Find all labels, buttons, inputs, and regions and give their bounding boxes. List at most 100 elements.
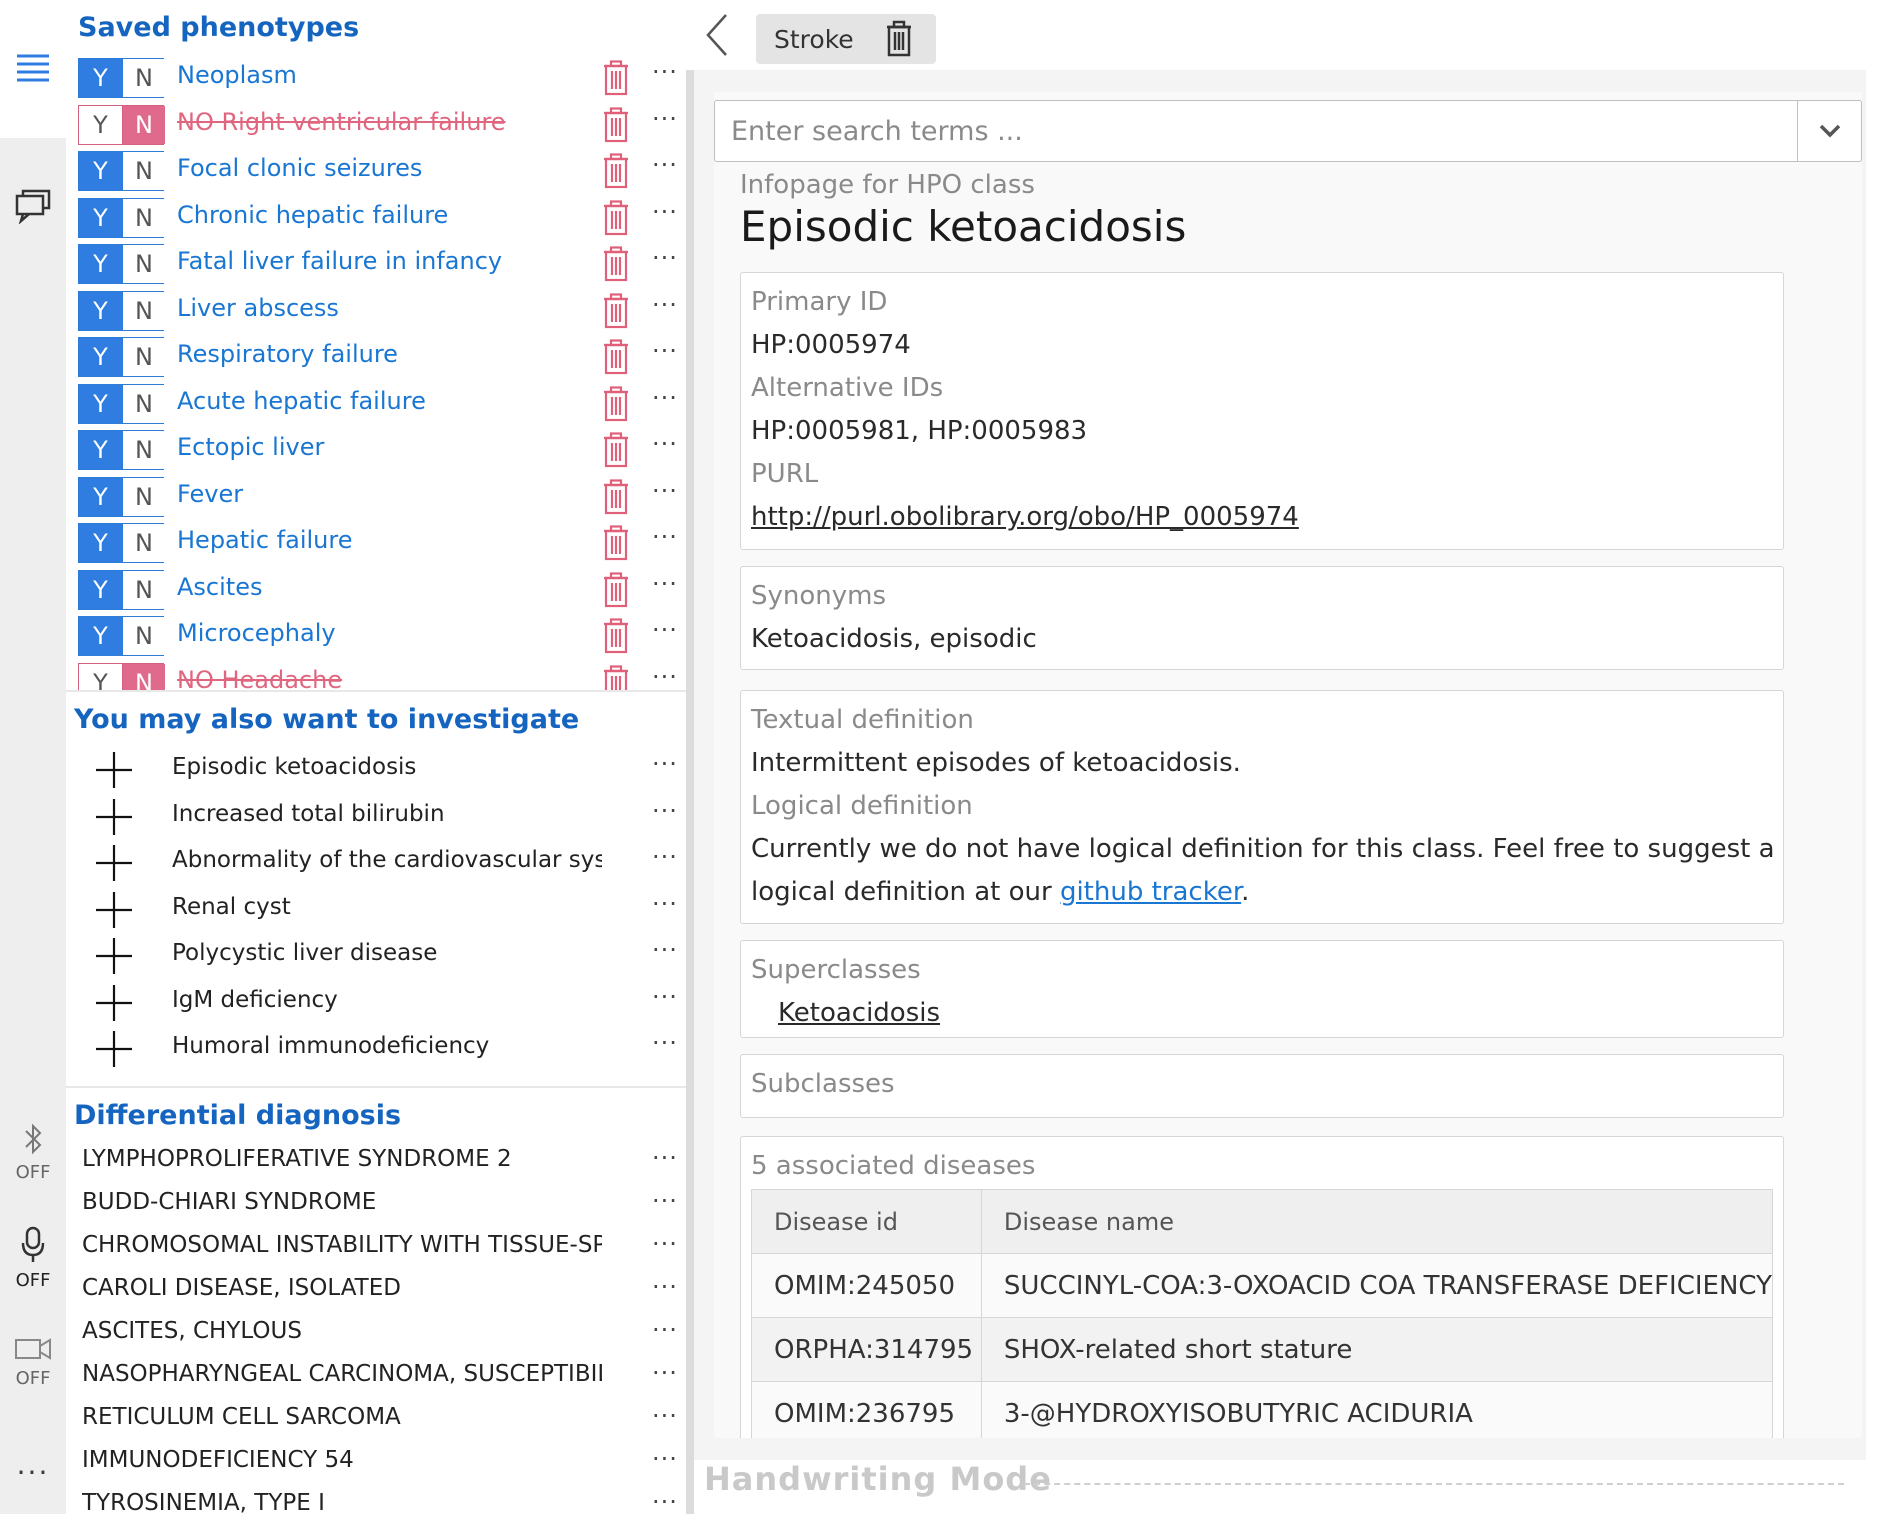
trash-icon[interactable] [601,664,631,690]
no-option[interactable]: N [122,617,165,655]
phenotype-label[interactable]: Fatal liver failure in infancy [177,247,502,275]
yes-option[interactable]: Y [79,431,122,469]
microphone-toggle[interactable]: OFF [0,1226,66,1291]
more-options-icon[interactable]: ··· [652,618,678,642]
yes-option[interactable]: Y [79,152,122,190]
phenotype-label[interactable]: Focal clonic seizures [177,154,422,182]
more-options-icon[interactable]: ··· [652,1146,678,1170]
yes-no-toggle[interactable]: YN [78,476,165,517]
trash-icon[interactable] [601,106,631,143]
yes-option[interactable]: Y [79,477,122,516]
chat-icon[interactable] [0,188,66,228]
diagnosis-label[interactable]: ASCITES, CHYLOUS [82,1318,602,1344]
search-dropdown-button[interactable] [1797,101,1861,161]
no-option[interactable]: N [122,59,165,97]
phenotype-label[interactable]: Respiratory failure [177,340,398,368]
no-option[interactable]: N [122,245,165,283]
more-options-icon[interactable]: ··· [652,1490,678,1514]
trash-icon[interactable] [601,618,631,654]
more-options-icon[interactable]: ··· [652,938,678,962]
diagnosis-label[interactable]: TYROSINEMIA, TYPE I [82,1490,602,1514]
phenotype-label[interactable]: Microcephaly [177,619,336,647]
phenotype-label[interactable]: NO Right ventricular failure [177,108,506,136]
more-options-icon[interactable]: ··· [652,1318,678,1342]
yes-no-toggle[interactable]: YN [78,290,165,331]
add-icon[interactable] [96,891,132,928]
yes-no-toggle[interactable]: YN [78,569,165,610]
more-options-icon[interactable]: ··· [652,1404,678,1428]
add-icon[interactable] [96,845,132,881]
more-options-icon[interactable]: ··· [652,479,678,503]
more-options-icon[interactable]: ··· [652,1275,678,1299]
phenotype-label[interactable]: Acute hepatic failure [177,387,426,415]
more-options-icon[interactable]: ··· [652,525,678,549]
trash-icon[interactable] [601,153,631,189]
yes-no-toggle[interactable]: YN [78,337,165,377]
diagnosis-label[interactable]: CAROLI DISEASE, ISOLATED [82,1275,602,1301]
trash-icon[interactable] [601,292,631,329]
table-row[interactable]: OMIM:236795 3-@HYDROXYISOBUTYRIC ACIDURIA [751,1381,1774,1438]
diagnosis-label[interactable]: IMMUNODEFICIENCY 54 [82,1447,602,1473]
more-options-icon[interactable]: ··· [652,293,678,317]
more-options-icon[interactable]: ··· [652,1232,678,1256]
no-option[interactable]: N [122,198,165,237]
phenotype-label[interactable]: Fever [177,480,243,508]
more-options-icon[interactable]: ··· [652,339,678,363]
no-option[interactable]: N [122,152,165,190]
more-options-icon[interactable]: ··· [652,1447,678,1471]
add-icon[interactable] [96,798,132,835]
more-options-icon[interactable]: ··· [652,432,678,456]
no-option[interactable]: N [122,431,165,469]
suggestion-label[interactable]: Abnormality of the cardiovascular syster [172,847,602,873]
more-options-icon[interactable]: ··· [652,892,678,916]
phenotype-label[interactable]: Neoplasm [177,61,297,89]
stroke-button[interactable]: Stroke [756,14,936,64]
no-option[interactable]: N [122,570,165,609]
diagnosis-label[interactable]: NASOPHARYNGEAL CARCINOMA, SUSCEPTIBILIT [82,1361,602,1387]
superclass-link[interactable]: Ketoacidosis [778,998,940,1028]
search-box[interactable] [714,100,1862,162]
yes-option[interactable]: Y [79,663,122,690]
hamburger-menu-icon[interactable] [0,52,66,86]
yes-option[interactable]: Y [79,291,122,330]
yes-no-toggle[interactable]: YN [78,383,165,424]
more-options-icon[interactable]: ··· [652,845,678,869]
more-options-icon[interactable]: ··· [652,60,678,84]
add-icon[interactable] [96,984,132,1021]
yes-option[interactable]: Y [79,59,122,97]
no-option[interactable]: N [122,663,165,690]
no-option[interactable]: N [122,105,165,144]
diagnosis-label[interactable]: RETICULUM CELL SARCOMA [82,1404,602,1430]
github-tracker-link[interactable]: github tracker [1060,877,1241,907]
suggestion-label[interactable]: Humoral immunodeficiency [172,1033,602,1059]
bluetooth-toggle[interactable]: OFF [0,1122,66,1183]
more-options-icon[interactable]: ··· [652,665,678,689]
yes-no-toggle[interactable]: YN [78,523,165,563]
no-option[interactable]: N [122,477,165,516]
more-options-icon[interactable]: ··· [652,752,678,776]
yes-option[interactable]: Y [79,245,122,283]
diagnosis-label[interactable]: BUDD-CHIARI SYNDROME [82,1189,602,1215]
phenotype-label[interactable]: Ectopic liver [177,433,324,461]
diagnosis-label[interactable]: CHROMOSOMAL INSTABILITY WITH TISSUE-SPE( [82,1232,602,1258]
suggestion-label[interactable]: IgM deficiency [172,987,602,1013]
phenotype-label[interactable]: Liver abscess [177,294,339,322]
add-icon[interactable] [96,752,132,788]
no-option[interactable]: N [122,384,165,423]
more-options-icon[interactable]: ··· [652,799,678,823]
yes-option[interactable]: Y [79,105,122,144]
add-icon[interactable] [96,938,132,974]
phenotype-label[interactable]: Chronic hepatic failure [177,201,448,229]
no-option[interactable]: N [122,338,165,376]
more-options-icon[interactable]: ··· [652,246,678,270]
trash-icon[interactable] [601,525,631,561]
trash-icon[interactable] [601,385,631,422]
back-chevron-icon[interactable] [704,12,730,58]
yes-no-toggle[interactable]: YN [78,244,165,284]
diagnosis-label[interactable]: LYMPHOPROLIFERATIVE SYNDROME 2 [82,1146,602,1172]
yes-no-toggle[interactable]: YN [78,104,165,145]
yes-no-toggle[interactable]: YN [78,58,165,98]
yes-no-toggle[interactable]: YN [78,662,165,690]
phenotype-label[interactable]: NO Headache [177,666,342,691]
more-options-icon[interactable]: ··· [652,200,678,224]
